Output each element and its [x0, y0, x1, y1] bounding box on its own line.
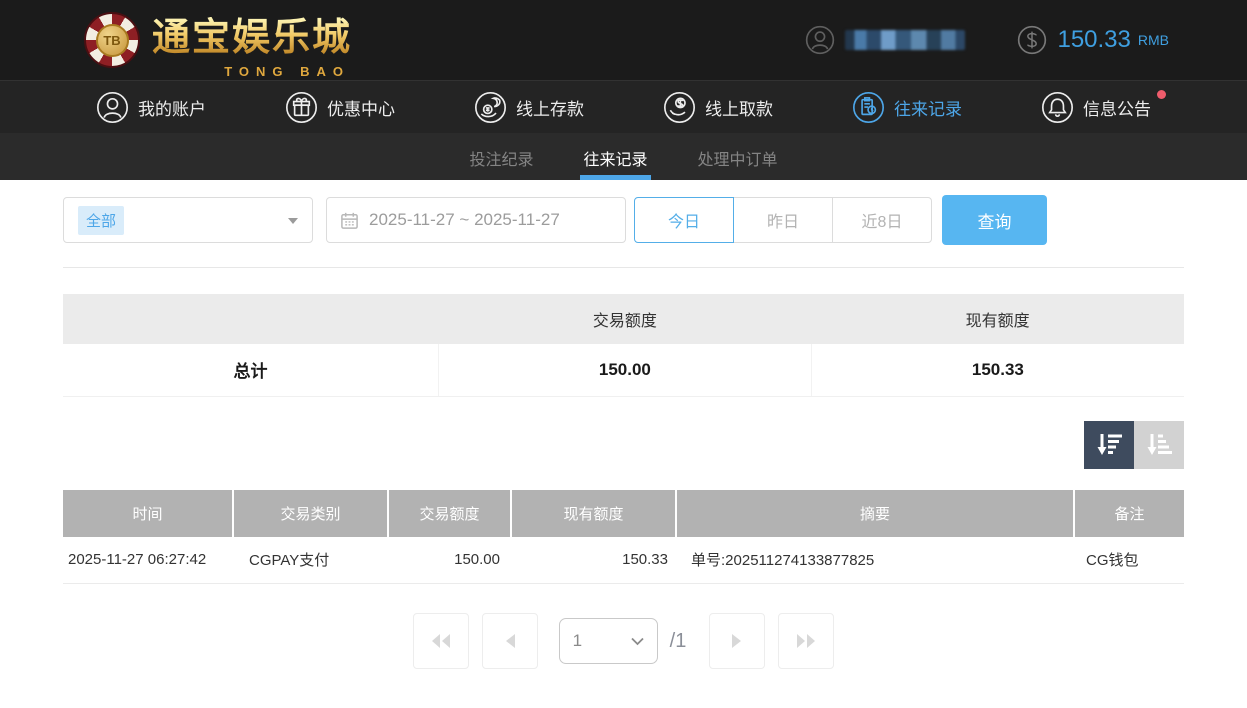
notification-dot-badge [1157, 89, 1166, 99]
record-time: 2025-11-27 06:27:42 [63, 536, 233, 584]
deposit-hand-coin-icon [474, 91, 507, 124]
first-page-icon [430, 633, 452, 649]
prev-page-button[interactable] [481, 613, 538, 669]
prev-page-icon [504, 633, 516, 649]
summary-header-current-amount: 现有额度 [811, 294, 1184, 344]
records-header-current-amount: 现有额度 [510, 489, 676, 537]
summary-total-row: 总计 150.00 150.33 [63, 344, 1184, 397]
sort-asc-icon [1146, 431, 1173, 458]
record-summary: 单号:202511274133877825 [676, 536, 1074, 584]
sort-controls [63, 420, 1184, 469]
sub-tab-bar: 投注纪录 往来记录 处理中订单 [0, 133, 1247, 180]
user-circle-icon [96, 91, 129, 124]
top-header: TB 通宝娱乐城 TONG BAO 150.33 RMB [0, 0, 1247, 80]
page-select-value: 1 [572, 631, 583, 650]
quick-range-last8days-button[interactable]: 近8日 [832, 197, 932, 243]
records-table: 时间 交易类别 交易额度 现有额度 摘要 备注 2025-11-27 06:27… [63, 489, 1184, 584]
search-button[interactable]: 查询 [942, 195, 1047, 245]
transaction-type-select[interactable]: 全部 [63, 197, 313, 243]
main-nav: 我的账户 优惠中心 线上存款 线上取款 往来记录 信息公告 [0, 80, 1247, 133]
tab-betting-records[interactable]: 投注纪录 [466, 133, 536, 180]
record-current-amount: 150.33 [511, 536, 676, 584]
nav-item-deposit[interactable]: 线上存款 [474, 91, 584, 124]
brand-logo[interactable]: TB 通宝娱乐城 TONG BAO [84, 6, 353, 79]
quick-range-group: 今日 昨日 近8日 [634, 197, 932, 243]
gift-circle-icon [285, 91, 318, 124]
account-area: 150.33 RMB [805, 25, 1169, 55]
records-header-row: 时间 交易类别 交易额度 现有额度 摘要 备注 [63, 489, 1184, 537]
bell-icon [1041, 91, 1074, 124]
records-header-trade-amount: 交易额度 [387, 489, 511, 537]
summary-header-empty [63, 294, 439, 344]
date-range-picker[interactable]: 2025-11-27 ~ 2025-11-27 [326, 197, 626, 243]
balance-currency: RMB [1137, 32, 1169, 48]
summary-current-amount: 150.33 [810, 344, 1184, 397]
record-type: CGPAY支付 [233, 536, 388, 584]
records-clipboard-icon [852, 91, 885, 124]
balance-coin-icon [1017, 25, 1047, 55]
selected-type-tag: 全部 [78, 205, 125, 235]
summary-table: 交易额度 现有额度 总计 150.00 150.33 [63, 294, 1184, 397]
pagination: 1 /1 [63, 613, 1184, 669]
poker-chip-logo-icon: TB [84, 12, 140, 68]
username-redacted[interactable] [845, 30, 966, 50]
filter-row: 全部 2025-11-27 ~ 2025-11-27 今日 昨日 近8日 查询 [63, 195, 1184, 245]
sort-descending-button[interactable] [1084, 420, 1134, 469]
summary-header-trade-amount: 交易额度 [438, 294, 812, 344]
chevron-down-icon [631, 637, 644, 646]
next-page-button[interactable] [709, 613, 766, 669]
nav-item-my-account[interactable]: 我的账户 [96, 91, 206, 124]
content-area: 全部 2025-11-27 ~ 2025-11-27 今日 昨日 近8日 查询 [63, 195, 1184, 669]
nav-item-promotions[interactable]: 优惠中心 [285, 91, 395, 124]
chevron-down-icon [288, 218, 298, 224]
brand-name-en: TONG BAO [224, 63, 351, 79]
summary-total-label: 总计 [63, 344, 439, 397]
sort-desc-icon [1096, 431, 1123, 458]
last-page-icon [795, 633, 817, 649]
quick-range-yesterday-button[interactable]: 昨日 [733, 197, 833, 243]
withdraw-hand-coin-icon [663, 91, 696, 124]
quick-range-today-button[interactable]: 今日 [634, 197, 734, 243]
record-trade-amount: 150.00 [388, 536, 511, 584]
sort-ascending-button[interactable] [1134, 420, 1184, 469]
nav-item-withdraw[interactable]: 线上取款 [663, 91, 773, 124]
last-page-button[interactable] [778, 613, 835, 669]
table-row: 2025-11-27 06:27:42 CGPAY支付 150.00 150.3… [63, 536, 1184, 584]
brand-name-cn: 通宝娱乐城 [152, 16, 353, 59]
brand-text: 通宝娱乐城 TONG BAO [152, 6, 353, 79]
nav-item-transaction-records[interactable]: 往来记录 [852, 91, 962, 124]
tab-pending-orders[interactable]: 处理中订单 [695, 133, 781, 180]
summary-trade-amount: 150.00 [438, 344, 812, 397]
summary-header-row: 交易额度 现有额度 [63, 294, 1184, 344]
page-total-label: /1 [669, 629, 687, 652]
nav-item-announcements[interactable]: 信息公告 [1041, 89, 1166, 124]
page-select[interactable]: 1 [558, 618, 658, 664]
tab-transaction-records[interactable]: 往来记录 [580, 133, 651, 180]
balance-amount: 150.33 [1057, 26, 1131, 53]
record-remark: CG钱包 [1074, 536, 1184, 584]
records-header-time: 时间 [63, 489, 233, 537]
next-page-icon [731, 633, 743, 649]
records-header-type: 交易类别 [232, 489, 388, 537]
calendar-icon [340, 211, 359, 230]
records-header-remark: 备注 [1073, 489, 1184, 537]
records-header-summary: 摘要 [675, 489, 1074, 537]
section-divider [63, 267, 1184, 268]
user-avatar-icon [805, 25, 835, 55]
first-page-button[interactable] [412, 613, 469, 669]
chip-monogram: TB [95, 23, 129, 57]
date-range-value: 2025-11-27 ~ 2025-11-27 [369, 210, 560, 229]
